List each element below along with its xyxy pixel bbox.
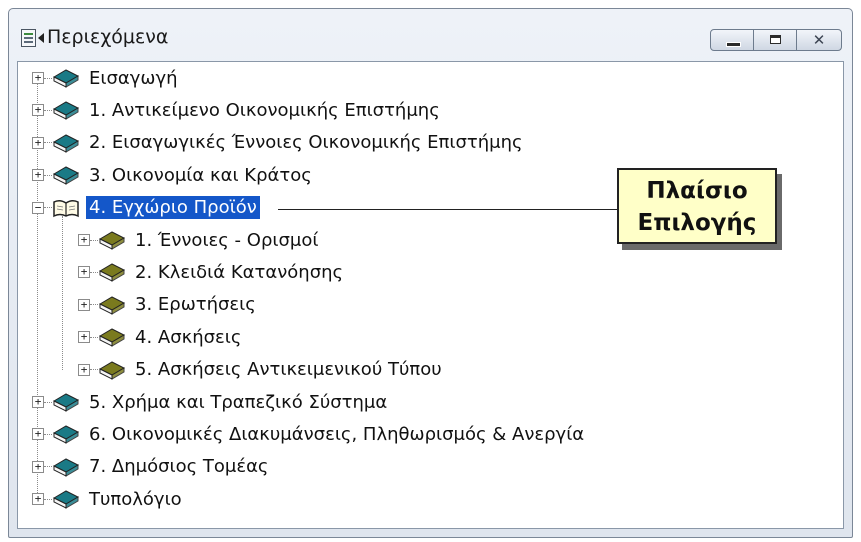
contents-tree-pane[interactable]: + Εισαγωγή +1. Αντικείμενο Οικονομικής Επι…: [17, 61, 844, 529]
tree-item-label[interactable]: 1. Αντικείμενο Οικονομικής Επιστήμης: [86, 99, 443, 122]
expand-toggle-icon[interactable]: +: [78, 266, 90, 279]
system-menu-arrow-icon[interactable]: [38, 33, 44, 43]
tree-item[interactable]: +5. Χρήμα και Τραπεζικό Σύστημα: [32, 387, 390, 417]
window-title: Περιεχόμενα: [47, 26, 169, 48]
tree-connector: [44, 401, 52, 403]
tree-connector: [90, 369, 98, 371]
tree-item[interactable]: +2. Εισαγωγικές Έννοιες Οικονομικής Επισ…: [32, 128, 526, 158]
closed-book-icon: [52, 100, 80, 121]
tree-connector: [44, 174, 52, 176]
tree-subitem[interactable]: +1. Έννοιες - Ορισμοί: [78, 225, 321, 255]
expand-toggle-icon[interactable]: +: [32, 428, 44, 441]
callout-line-1: Πλαίσιο: [646, 178, 748, 204]
close-button[interactable]: ✕: [796, 29, 842, 51]
expand-toggle-icon[interactable]: +: [32, 136, 44, 149]
expand-toggle-icon[interactable]: +: [78, 298, 90, 311]
expand-toggle-icon[interactable]: +: [32, 396, 44, 408]
expand-toggle-icon[interactable]: +: [32, 169, 44, 182]
tree-connector: [44, 142, 52, 144]
closed-book-icon: [52, 489, 80, 510]
closed-book-icon: [98, 295, 126, 315]
closed-book-icon: [52, 457, 80, 477]
closed-book-icon: [52, 392, 80, 412]
maximize-button[interactable]: [753, 29, 797, 51]
closed-book-icon: [98, 360, 126, 380]
closed-book-icon: [52, 424, 80, 445]
callout-box: Πλαίσιο Επιλογής: [617, 168, 777, 244]
tree-item-label[interactable]: 4. Ασκήσεις: [132, 326, 244, 349]
tree-item-label[interactable]: 3. Οικονομία και Κράτος: [86, 164, 315, 187]
tree-connector: [44, 466, 52, 468]
expand-toggle-icon[interactable]: +: [32, 72, 44, 84]
tree-connector: [90, 304, 98, 306]
closed-book-icon: [52, 133, 80, 153]
tree-item-label[interactable]: 5. Χρήμα και Τραπεζικό Σύστημα: [86, 391, 390, 414]
tree-item-label[interactable]: 2. Κλειδιά Κατανόησης: [132, 261, 346, 284]
tree-item[interactable]: +6. Οικονομικές Διακυμάνσεις, Πληθωρισμό…: [32, 419, 587, 449]
tree-connector: [44, 77, 52, 79]
closed-book-icon: [52, 165, 80, 186]
expand-toggle-icon[interactable]: +: [78, 363, 90, 376]
tree-connector: [44, 433, 52, 435]
tree-item-label[interactable]: Εισαγωγή: [86, 67, 181, 90]
tree-item-label[interactable]: 7. Δημόσιος Τομέας: [86, 455, 272, 478]
tree-connector: [90, 239, 98, 241]
tree-connector: [44, 498, 52, 500]
minimize-button[interactable]: [710, 29, 754, 51]
tree-item-label[interactable]: 1. Έννοιες - Ορισμοί: [132, 229, 321, 252]
tree-subitem[interactable]: +2. Κλειδιά Κατανόησης: [78, 257, 346, 287]
title-bar[interactable]: Περιεχόμενα ✕: [9, 9, 852, 59]
closed-book-icon: [52, 68, 80, 88]
tree-item[interactable]: − 4. Εγχώριο Προϊόν: [32, 193, 260, 223]
tree-subitem[interactable]: +4. Ασκήσεις: [78, 322, 244, 352]
tree-item-label[interactable]: 4. Εγχώριο Προϊόν: [86, 196, 260, 220]
expand-toggle-icon[interactable]: +: [32, 493, 44, 506]
callout-line-2: Επιλογής: [637, 210, 757, 236]
open-book-icon: [52, 198, 80, 218]
tree-item[interactable]: + Εισαγωγή: [32, 63, 181, 93]
tree-item-label[interactable]: Τυπολόγιο: [86, 488, 185, 511]
tree-subitem[interactable]: +5. Ασκήσεις Αντικειμενικού Τύπου: [78, 355, 445, 385]
tree-child-line: [62, 215, 63, 370]
maximize-icon: [770, 35, 781, 44]
tree-connector: [90, 271, 98, 273]
tree-item[interactable]: +1. Αντικείμενο Οικονομικής Επιστήμης: [32, 95, 443, 125]
collapse-toggle-icon[interactable]: −: [32, 201, 44, 214]
tree-item[interactable]: +3. Οικονομία και Κράτος: [32, 160, 315, 190]
app-icon[interactable]: [21, 29, 36, 47]
tree-connector: [44, 109, 52, 111]
tree-item[interactable]: +7. Δημόσιος Τομέας: [32, 452, 272, 482]
tree-connector: [44, 207, 52, 209]
window-controls: ✕: [710, 29, 842, 51]
expand-toggle-icon[interactable]: +: [78, 234, 90, 246]
tree-item-label[interactable]: 3. Ερωτήσεις: [132, 293, 259, 316]
tree-item[interactable]: + Τυπολόγιο: [32, 484, 185, 514]
tree-item-label[interactable]: 5. Ασκήσεις Αντικειμενικού Τύπου: [132, 358, 445, 381]
closed-book-icon: [98, 262, 126, 283]
expand-toggle-icon[interactable]: +: [78, 331, 90, 344]
closed-book-icon: [98, 230, 126, 250]
minimize-icon: [726, 42, 741, 47]
expand-toggle-icon[interactable]: +: [32, 460, 44, 473]
tree-subitem[interactable]: +3. Ερωτήσεις: [78, 290, 259, 320]
tree-connector: [90, 336, 98, 338]
callout-pointer-line: [278, 209, 617, 210]
contents-window: Περιεχόμενα ✕ + Εισαγωγή +1. Αντικείμενο Ο…: [8, 8, 853, 538]
tree-item-label[interactable]: 2. Εισαγωγικές Έννοιες Οικονομικής Επιστ…: [86, 131, 526, 154]
tree-item-label[interactable]: 6. Οικονομικές Διακυμάνσεις, Πληθωρισμός…: [86, 423, 587, 446]
expand-toggle-icon[interactable]: +: [32, 104, 44, 117]
close-icon: ✕: [812, 31, 826, 49]
closed-book-icon: [98, 327, 126, 348]
